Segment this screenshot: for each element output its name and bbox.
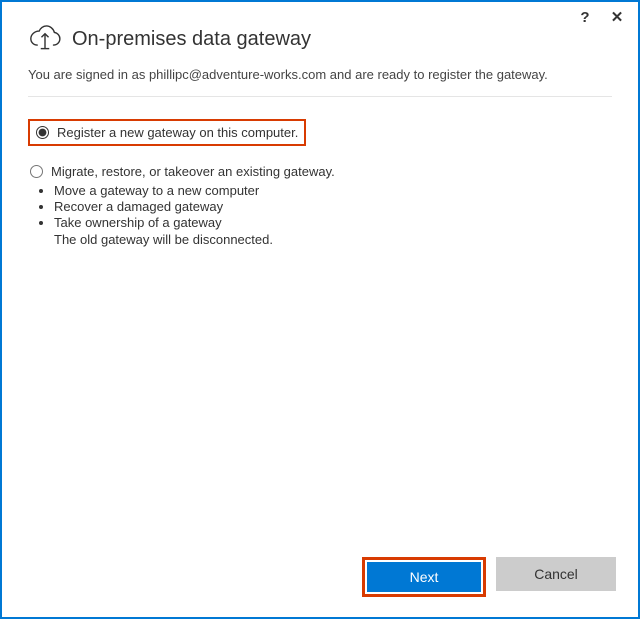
signin-email: phillipc@adventure-works.com: [149, 67, 326, 82]
migrate-bullet: Move a gateway to a new computer: [54, 183, 610, 198]
cancel-button[interactable]: Cancel: [496, 557, 616, 591]
migrate-bullet: Recover a damaged gateway: [54, 199, 610, 214]
radio-migrate-label: Migrate, restore, or takeover an existin…: [51, 164, 335, 179]
titlebar: ? ✕: [576, 8, 626, 26]
footer-buttons: Next Cancel: [362, 557, 616, 597]
cloud-upload-icon: [28, 24, 62, 55]
dialog-window: ? ✕ On-premises data gateway You are sig…: [0, 0, 640, 619]
next-button[interactable]: Next: [367, 562, 481, 592]
next-button-highlight: Next: [362, 557, 486, 597]
signin-prefix: You are signed in as: [28, 67, 149, 82]
migrate-bullet-list: Move a gateway to a new computer Recover…: [54, 183, 610, 230]
option-register[interactable]: Register a new gateway on this computer.: [28, 119, 306, 146]
signin-suffix: and are ready to register the gateway.: [326, 67, 548, 82]
option-migrate[interactable]: Migrate, restore, or takeover an existin…: [28, 160, 612, 251]
help-icon[interactable]: ?: [576, 8, 594, 26]
close-icon[interactable]: ✕: [608, 8, 626, 26]
divider: [28, 96, 612, 97]
header: On-premises data gateway: [28, 24, 612, 55]
signin-status: You are signed in as phillipc@adventure-…: [28, 67, 612, 82]
page-title: On-premises data gateway: [72, 28, 311, 51]
migrate-note: The old gateway will be disconnected.: [54, 232, 610, 247]
migrate-bullet: Take ownership of a gateway: [54, 215, 610, 230]
content-area: On-premises data gateway You are signed …: [2, 2, 638, 251]
radio-register[interactable]: [36, 126, 49, 139]
radio-migrate[interactable]: [30, 165, 43, 178]
radio-register-label: Register a new gateway on this computer.: [57, 125, 298, 140]
